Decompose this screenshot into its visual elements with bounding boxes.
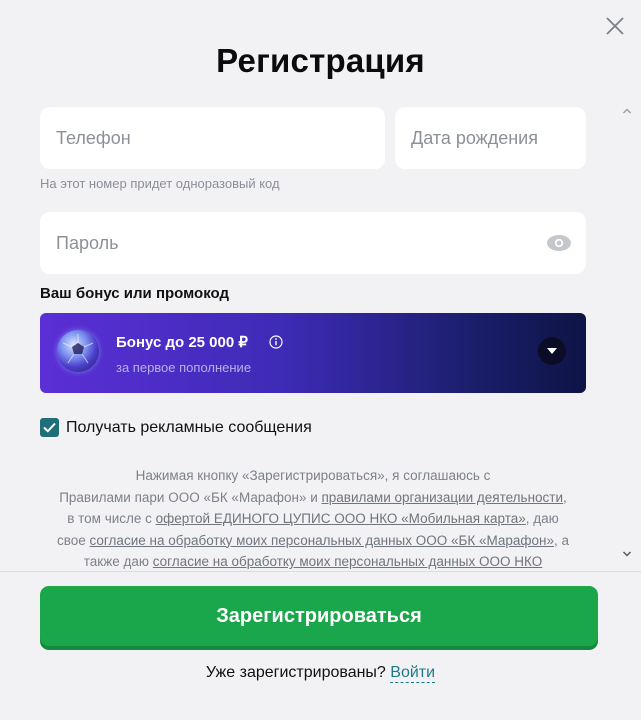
phone-hint: На этот номер придет одноразовый код [40,176,280,191]
bonus-selector[interactable]: Бонус до 25 000 ₽ за первое пополнение [40,313,586,393]
legal-text-part: Нажимая кнопку «Зарегистрироваться», я с… [135,468,491,483]
offer-link[interactable]: офертой ЕДИНОГО ЦУПИС ООО НКО «Мобильная… [156,511,526,526]
phone-field[interactable] [40,107,385,169]
chevron-down-icon [547,348,557,354]
legal-text-part: Правилами пари ООО «БК «Марафон» и [59,489,322,505]
ads-consent-checkbox[interactable] [40,418,59,437]
password-field[interactable] [40,212,586,274]
checkmark-icon [43,422,56,433]
login-link[interactable]: Войти [390,664,436,683]
legal-text-part: , даю [525,511,559,526]
eye-icon[interactable] [547,235,571,251]
legal-text-part: , [563,489,567,505]
scroll-up-icon[interactable] [622,107,632,115]
birthdate-field[interactable] [395,107,586,169]
page-title: Регистрация [216,42,425,79]
consent-nko-link[interactable]: согласие на обработку моих персональных … [153,554,542,569]
already-registered-text: Уже зарегистрированы? [205,664,386,681]
birthdate-input[interactable] [395,107,586,169]
scroll-down-icon[interactable] [622,550,632,558]
bonus-heading: Ваш бонус или промокод [40,285,229,302]
rules-link[interactable]: правилами организации деятельности [321,490,563,505]
bonus-dropdown-button[interactable] [538,337,566,365]
ads-consent-label[interactable]: Получать рекламные сообщения [66,419,312,437]
consent-marathon-link[interactable]: согласие на обработку моих персональных … [90,533,554,548]
legal-text: Нажимая кнопку «Зарегистрироваться», я с… [30,465,596,573]
footer-divider [0,571,641,572]
close-icon[interactable] [603,14,627,38]
bonus-subtitle: за первое пополнение [116,360,252,375]
info-icon[interactable] [269,335,283,349]
legal-text-part: также даю [83,554,153,569]
already-registered: Уже зарегистрированы? Войти [0,664,641,683]
legal-text-part: , а [554,532,570,548]
bonus-title: Бонус до 25 000 ₽ [116,334,248,351]
bonus-ball-icon [57,330,99,372]
legal-text-part: в том числе с [67,511,156,526]
phone-input[interactable] [40,107,385,169]
legal-text-part: свое [56,532,90,548]
password-input[interactable] [40,212,586,274]
register-button[interactable]: Зарегистрироваться [40,586,598,646]
